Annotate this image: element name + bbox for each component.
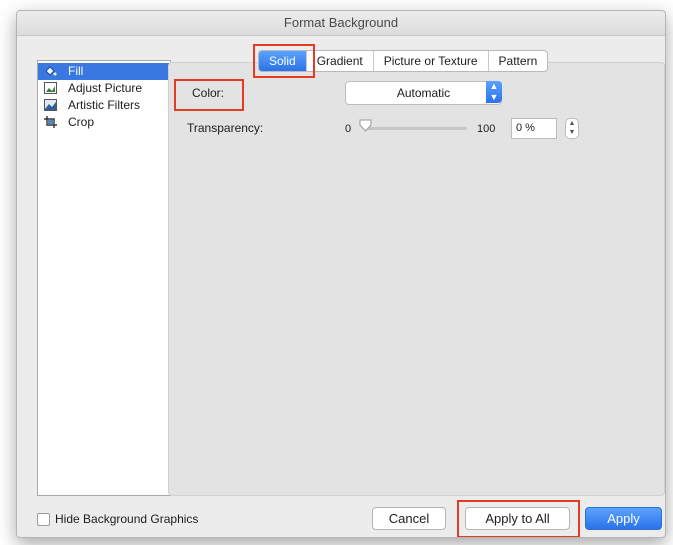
dialog-title: Format Background [17,11,665,36]
transparency-slider-track[interactable] [366,127,467,130]
crop-icon [44,116,57,128]
slider-min-label: 0 [345,123,352,135]
sidebar-item-label: Fill [68,64,84,78]
tab-picture-or-texture[interactable]: Picture or Texture [372,51,488,71]
sidebar-item-artistic-filters[interactable]: Artistic Filters [38,97,170,114]
transparency-stepper[interactable]: ▲ ▼ [565,118,579,139]
color-popup-button[interactable]: Automatic ▲ ▼ [345,81,502,105]
sidebar-item-label: Adjust Picture [68,81,143,95]
sidebar: Fill Adjust Picture Artistic Filters Cro… [37,60,171,496]
highlight-apply-to-all [457,500,580,537]
transparency-input[interactable]: 0 % [511,118,557,139]
tab-pattern[interactable]: Pattern [487,51,548,71]
sidebar-item-label: Artistic Filters [68,98,140,112]
updown-chevron-icon: ▲ ▼ [486,81,502,103]
adjust-picture-icon [44,82,57,94]
format-background-dialog: Format Background Fill Adjust Picture Ar… [16,10,666,538]
slider-max-label: 100 [477,123,496,135]
tab-gradient[interactable]: Gradient [305,51,373,71]
cancel-button[interactable]: Cancel [372,507,446,530]
highlight-solid-tab [253,44,315,78]
sidebar-item-fill[interactable]: Fill [38,63,170,80]
highlight-color-label [174,79,244,111]
artistic-filters-icon [44,99,57,111]
hide-background-graphics-checkbox[interactable] [37,513,50,526]
hide-background-graphics-label: Hide Background Graphics [55,512,199,526]
color-value: Automatic [396,86,451,100]
sidebar-item-adjust-picture[interactable]: Adjust Picture [38,80,170,97]
transparency-slider-knob[interactable] [359,119,372,132]
paint-bucket-icon [45,66,57,76]
sidebar-item-crop[interactable]: Crop [38,114,170,131]
sidebar-item-label: Crop [68,115,95,129]
apply-button[interactable]: Apply [585,507,662,530]
transparency-label: Transparency: [187,121,264,135]
